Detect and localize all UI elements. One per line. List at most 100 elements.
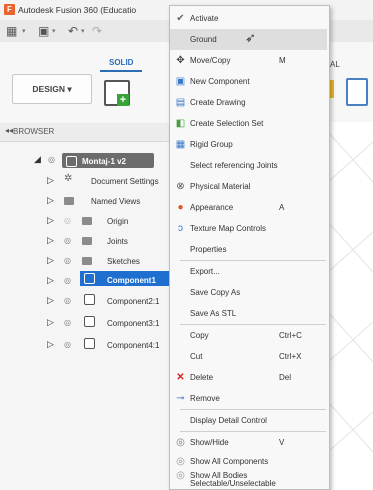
move-icon: ✥ [176, 55, 185, 66]
menu-item-move-copy[interactable]: ✥ Move/Copy M [170, 50, 327, 71]
menu-item-save-copy-as[interactable]: Save Copy As [170, 282, 327, 303]
rigid-group-icon: ▦ [175, 139, 186, 150]
menu-item-label: Properties [190, 245, 227, 254]
shortcut-label: Ctrl+X [279, 352, 302, 361]
menu-item-label: Remove [190, 394, 220, 403]
menu-item-selectable-unselectable[interactable]: Selectable/Unselectable [170, 478, 327, 488]
shortcut-label: M [279, 56, 286, 65]
eye-icon[interactable]: ◎ [64, 318, 71, 327]
menu-item-cut[interactable]: Cut Ctrl+X [170, 346, 327, 367]
tree-item-label[interactable]: Sketches [107, 257, 140, 266]
expand-arrow-icon[interactable]: ▷ [47, 215, 54, 226]
menu-item-select-referencing-joints[interactable]: Select referencing Joints [170, 155, 327, 176]
menu-item-label: Create Drawing [190, 98, 246, 107]
expand-arrow-icon[interactable]: ▷ [47, 339, 54, 350]
grid-menu-icon[interactable]: ▦ [6, 24, 17, 38]
expand-arrow-icon[interactable]: ▷ [47, 275, 54, 286]
gear-icon: ✲ [64, 173, 73, 184]
menu-item-appearance[interactable]: ● Appearance A [170, 197, 327, 218]
menu-item-create-drawing[interactable]: ▤ Create Drawing [170, 92, 327, 113]
selection-set-icon: ◧ [175, 118, 186, 129]
menu-item-rigid-group[interactable]: ▦ Rigid Group [170, 134, 327, 155]
eye-icon[interactable]: ◎ [64, 296, 71, 305]
eye-icon: ◎ [176, 437, 185, 448]
drawing-icon: ▤ [175, 97, 186, 108]
mouse-cursor-icon: ➶ [245, 30, 256, 45]
menu-item-label: Show/Hide [190, 438, 229, 447]
tree-item-label[interactable]: Joints [107, 237, 128, 246]
menu-item-create-selection-set[interactable]: ◧ Create Selection Set [170, 113, 327, 134]
ribbon-tool-icon[interactable] [346, 78, 368, 106]
menu-item-label: Show All Components [190, 457, 269, 466]
eye-icon[interactable]: ◎ [64, 340, 71, 349]
menu-item-label: Save Copy As [190, 288, 241, 297]
expand-arrow-icon[interactable]: ▷ [47, 195, 54, 206]
workspace-design-button[interactable]: DESIGN ▾ [12, 74, 92, 104]
expand-arrow-icon[interactable]: ▷ [47, 235, 54, 246]
menu-item-texture-map-controls[interactable]: ↄ Texture Map Controls [170, 218, 327, 239]
eye-icon[interactable]: ◎ [64, 276, 71, 285]
menu-item-remove[interactable]: ⊸ Remove [170, 388, 327, 409]
browser-title: BROWSER [13, 127, 55, 136]
texture-icon: ↄ [178, 223, 183, 234]
eye-icon[interactable]: ◎ [64, 216, 71, 225]
chevron-down-icon[interactable]: ▾ [52, 27, 56, 35]
canvas[interactable] [328, 122, 373, 490]
tree-item-label[interactable]: Document Settings [91, 177, 159, 186]
menu-item-new-component[interactable]: ▣ New Component [170, 71, 327, 92]
menu-item-label: Appearance [190, 203, 234, 212]
collapse-icon[interactable]: ◂◂ [5, 126, 13, 135]
menu-item-properties[interactable]: Properties [170, 239, 327, 260]
component-icon [84, 338, 95, 349]
menu-item-display-detail-control[interactable]: Display Detail Control [170, 410, 327, 431]
folder-icon [82, 217, 92, 225]
menu-item-activate[interactable]: ✔ Activate [170, 8, 327, 29]
chevron-down-icon[interactable]: ▾ [81, 27, 85, 35]
tab-partial[interactable]: AL [330, 60, 340, 69]
expand-arrow-icon[interactable]: ◢ [34, 154, 41, 165]
material-icon: ⊗ [176, 181, 185, 192]
tree-item-label[interactable]: Component2:1 [107, 297, 159, 306]
menu-item-label: Move/Copy [190, 56, 231, 65]
delete-icon: ✕ [176, 372, 185, 383]
chevron-down-icon[interactable]: ▾ [22, 27, 26, 35]
menu-item-label: Save As STL [190, 309, 237, 318]
expand-arrow-icon[interactable]: ▷ [47, 255, 54, 266]
eye-icon[interactable]: ◎ [64, 256, 71, 265]
menu-item-label: Rigid Group [190, 140, 233, 149]
tree-item-label: Component1 [107, 276, 156, 285]
tree-item-label[interactable]: Named Views [91, 197, 140, 206]
tab-solid[interactable]: SOLID [109, 58, 133, 67]
menu-item-delete[interactable]: ✕ Delete Del [170, 367, 327, 388]
expand-arrow-icon[interactable]: ▷ [47, 295, 54, 306]
redo-icon[interactable]: ↷ [92, 24, 102, 38]
folder-icon [82, 237, 92, 245]
tree-item-label[interactable]: Origin [107, 217, 128, 226]
new-component-icon: ▣ [175, 76, 186, 87]
folder-icon [82, 257, 92, 265]
save-icon[interactable]: ▣ [38, 24, 49, 38]
menu-item-physical-material[interactable]: ⊗ Physical Material [170, 176, 327, 197]
undo-icon[interactable]: ↶ [68, 24, 78, 38]
menu-item-label: Create Selection Set [190, 119, 264, 128]
eye-icon[interactable]: ◎ [64, 236, 71, 245]
menu-item-save-as-stl[interactable]: Save As STL [170, 303, 327, 324]
fusion-logo-icon: F [4, 4, 15, 15]
tree-item-label[interactable]: Component4:1 [107, 341, 159, 350]
expand-arrow-icon[interactable]: ▷ [47, 175, 54, 186]
component-icon [66, 156, 77, 167]
menu-item-label: Selectable/Unselectable [190, 479, 276, 488]
menu-item-label: Cut [190, 352, 203, 361]
component-icon [84, 273, 95, 284]
menu-item-label: Copy [190, 331, 209, 340]
menu-item-export[interactable]: Export... [170, 261, 327, 282]
menu-item-show-hide[interactable]: ◎ Show/Hide V [170, 432, 327, 453]
eye-icon[interactable]: ◎ [48, 155, 55, 164]
menu-item-copy[interactable]: Copy Ctrl+C [170, 325, 327, 346]
tree-item-label[interactable]: Component3:1 [107, 319, 159, 328]
grid-lines [328, 131, 373, 453]
shortcut-label: V [279, 438, 285, 447]
menu-item-label: Texture Map Controls [190, 224, 267, 233]
expand-arrow-icon[interactable]: ▷ [47, 317, 54, 328]
menu-item-label: Display Detail Control [190, 416, 267, 425]
